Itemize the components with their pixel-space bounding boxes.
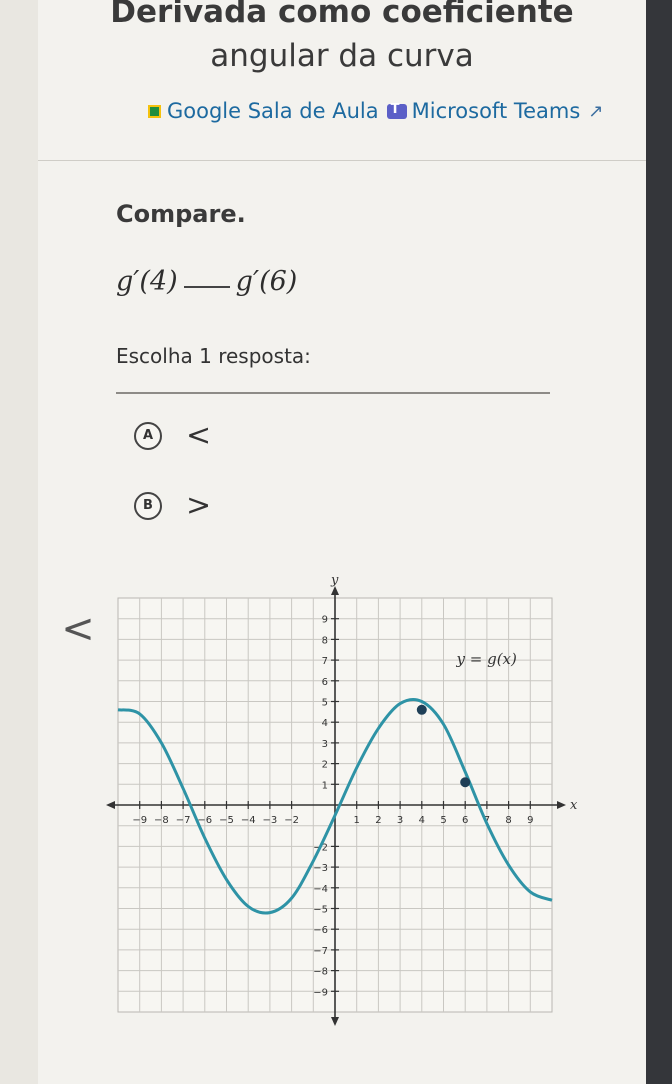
highlighted-point bbox=[460, 777, 471, 788]
x-tick-label: −3 bbox=[263, 815, 278, 826]
y-tick-label: −9 bbox=[313, 987, 328, 998]
x-tick-label: −9 bbox=[132, 815, 147, 826]
x-tick-label: 6 bbox=[462, 815, 468, 826]
y-tick-label: −6 bbox=[313, 925, 328, 936]
curve-label: y = g(x) bbox=[456, 650, 517, 668]
y-tick-label: 5 bbox=[322, 698, 328, 709]
y-tick-label: −4 bbox=[313, 884, 328, 895]
y-tick-label: 1 bbox=[322, 780, 328, 791]
left-panel bbox=[0, 0, 38, 1084]
y-tick-label: 8 bbox=[322, 635, 328, 646]
x-tick-label: −8 bbox=[154, 815, 169, 826]
y-axis-label: y bbox=[330, 573, 339, 588]
y-tick-label: −8 bbox=[313, 967, 328, 978]
y-tick-label: 3 bbox=[322, 739, 328, 750]
x-tick-label: −5 bbox=[219, 815, 234, 826]
y-tick-label: −5 bbox=[313, 905, 328, 916]
function-graph: −9 −8 −7 −6 −5 −4 −3 −2 1 2 3 4 5 6 7 8 9−9−8−7−6−5−4−3−… bbox=[106, 573, 578, 1026]
y-tick-label: 7 bbox=[322, 656, 328, 667]
x-tick-label: −2 bbox=[284, 815, 299, 826]
window-edge bbox=[646, 0, 672, 1084]
x-tick-label: −4 bbox=[241, 815, 256, 826]
x-tick-label: −7 bbox=[176, 815, 191, 826]
exercise-card: Derivada como coeficiente angular da cur… bbox=[38, 0, 646, 1084]
x-tick-label: 1 bbox=[354, 815, 360, 826]
x-tick-label: 9 bbox=[527, 815, 533, 826]
x-axis-arrow-left bbox=[106, 801, 115, 809]
y-tick-label: 9 bbox=[322, 615, 328, 626]
y-axis-arrow-down bbox=[331, 1017, 339, 1026]
x-tick-label: 8 bbox=[505, 815, 511, 826]
y-tick-label: −7 bbox=[313, 946, 328, 957]
y-tick-label: −3 bbox=[313, 863, 328, 874]
x-axis-arrow-right bbox=[557, 801, 566, 809]
x-axis-label: x bbox=[570, 798, 578, 813]
x-tick-label: 3 bbox=[397, 815, 403, 826]
x-tick-label: 5 bbox=[440, 815, 446, 826]
y-tick-label: 4 bbox=[322, 718, 328, 729]
x-tick-label: 2 bbox=[375, 815, 381, 826]
highlighted-point bbox=[416, 704, 427, 715]
y-tick-label: 6 bbox=[322, 677, 328, 688]
x-tick-label: 4 bbox=[419, 815, 425, 826]
y-tick-label: 2 bbox=[322, 760, 328, 771]
